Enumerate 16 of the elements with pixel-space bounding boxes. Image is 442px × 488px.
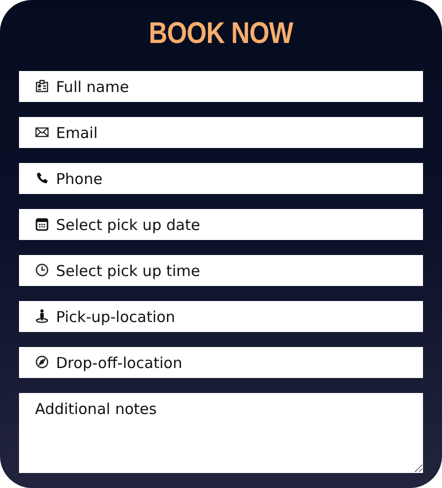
input-field[interactable]: Select pick up date: [19, 209, 423, 240]
notes-field[interactable]: Additional notes: [19, 393, 423, 473]
input-field[interactable]: Select pick up time: [19, 255, 423, 286]
input-field[interactable]: Drop-off-location: [19, 347, 423, 378]
compass-icon: [35, 355, 49, 369]
input-field[interactable]: Phone: [19, 163, 423, 194]
form-title: BOOK NOW: [148, 16, 294, 52]
person-pin-icon: [35, 309, 49, 323]
input-field[interactable]: Email: [19, 117, 423, 148]
input-field[interactable]: Pick-up-location: [19, 301, 423, 332]
envelope-icon: [35, 125, 49, 139]
id-card-icon: [35, 79, 49, 93]
clock-icon: [35, 263, 49, 277]
input-field[interactable]: Full name: [19, 71, 423, 102]
phone-icon: [35, 171, 49, 185]
calendar-icon: [35, 217, 49, 231]
